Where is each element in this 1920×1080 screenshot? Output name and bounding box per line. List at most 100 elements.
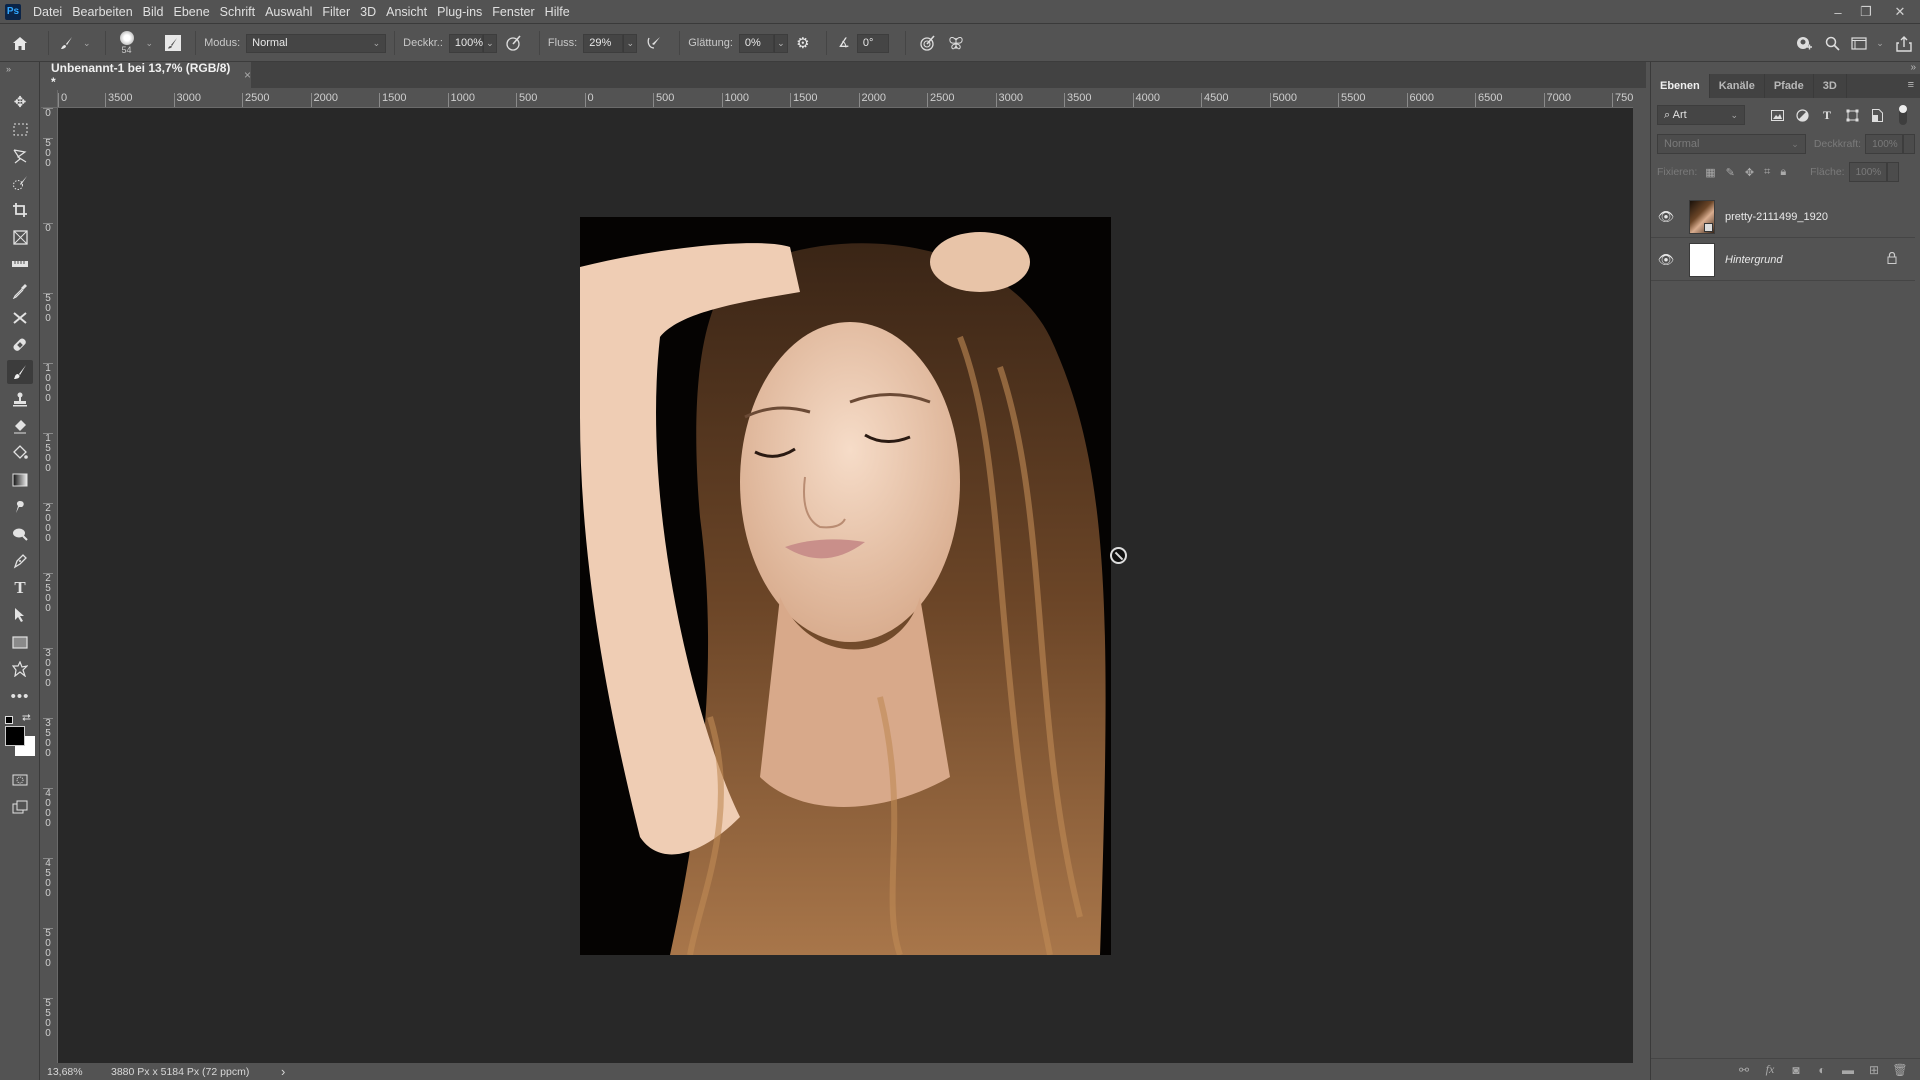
- canvas-area[interactable]: [58, 108, 1633, 1063]
- lock-transparent-pixels-icon[interactable]: ▦: [1705, 166, 1715, 179]
- new-group-folder-icon[interactable]: ▬: [1835, 1063, 1861, 1077]
- frame-tool-icon[interactable]: [7, 225, 33, 249]
- menu-filter[interactable]: Filter: [317, 0, 355, 24]
- share-user-icon[interactable]: [1790, 36, 1818, 52]
- custom-shape-tool-icon[interactable]: [7, 657, 33, 681]
- add-mask-icon[interactable]: ◙: [1783, 1063, 1809, 1077]
- menu-ebene[interactable]: Ebene: [169, 0, 215, 24]
- filter-pixel-layers-icon[interactable]: [1769, 107, 1785, 123]
- menu-ansicht[interactable]: Ansicht: [381, 0, 432, 24]
- flow-dropdown[interactable]: ⌄: [623, 33, 638, 53]
- opacity-dropdown[interactable]: ⌄: [482, 33, 497, 53]
- menu-bearbeiten[interactable]: Bearbeiten: [67, 0, 137, 24]
- lock-artboard-icon[interactable]: ⌗: [1764, 166, 1770, 179]
- vertical-scrollbar[interactable]: [1633, 108, 1646, 1063]
- visibility-eye-icon[interactable]: 👁︎: [1651, 209, 1681, 225]
- brush-tool-icon[interactable]: [7, 360, 33, 384]
- lasso-tool-icon[interactable]: [7, 144, 33, 168]
- tab-pfade[interactable]: Pfade: [1765, 74, 1814, 98]
- eraser-tool-icon[interactable]: [7, 414, 33, 438]
- minimize-button[interactable]: –: [1824, 0, 1852, 24]
- fill-dropdown[interactable]: [1886, 162, 1899, 182]
- panel-menu-icon[interactable]: ≡: [1908, 79, 1914, 91]
- foreground-color-swatch[interactable]: [5, 726, 25, 746]
- path-selection-tool-icon[interactable]: [7, 603, 33, 627]
- chevron-down-icon[interactable]: ⌄: [1872, 38, 1888, 49]
- collapse-panel-icon[interactable]: »: [1910, 62, 1916, 73]
- visibility-eye-icon[interactable]: 👁︎: [1651, 252, 1681, 268]
- lock-all-icon[interactable]: 🔒︎: [1780, 166, 1786, 179]
- filter-smart-objects-icon[interactable]: [1869, 107, 1885, 123]
- tab-3d[interactable]: 3D: [1814, 74, 1847, 98]
- marquee-tool-icon[interactable]: [7, 117, 33, 141]
- brush-preset-icon[interactable]: [57, 36, 77, 50]
- status-menu-arrow[interactable]: ›: [281, 1064, 285, 1079]
- opacity-dropdown[interactable]: [1903, 134, 1915, 154]
- swap-colors-icon[interactable]: ⮂: [22, 712, 31, 725]
- layer-row[interactable]: 👁︎ pretty-2111499_1920: [1651, 196, 1915, 238]
- quick-selection-tool-icon[interactable]: [7, 171, 33, 195]
- menu-bild[interactable]: Bild: [138, 0, 169, 24]
- new-layer-icon[interactable]: ⊞: [1861, 1063, 1887, 1077]
- layer-filter-kind-select[interactable]: ⌕ Art ⌄: [1657, 105, 1745, 125]
- link-layers-icon[interactable]: ⚯: [1731, 1063, 1757, 1077]
- chevron-down-icon[interactable]: ⌄: [146, 38, 154, 49]
- pressure-size-icon[interactable]: [914, 35, 942, 51]
- vertical-ruler[interactable]: 0 500 0 500 1000 1500 2000 2500 3000 3500 4000 4500…: [41, 108, 58, 1063]
- opacity-input[interactable]: 100%: [448, 33, 483, 53]
- quick-mask-icon[interactable]: [7, 768, 33, 792]
- lock-image-pixels-icon[interactable]: ✎: [1726, 166, 1735, 179]
- screen-mode-icon[interactable]: [7, 795, 33, 819]
- brush-size-picker[interactable]: 54: [114, 31, 140, 55]
- paint-bucket-tool-icon[interactable]: [7, 441, 33, 465]
- flow-input[interactable]: 29%: [583, 33, 624, 53]
- smudge-tool-icon[interactable]: [7, 495, 33, 519]
- rectangle-tool-icon[interactable]: [7, 630, 33, 654]
- angle-input[interactable]: 0°: [856, 33, 889, 53]
- document-image[interactable]: [580, 217, 1111, 955]
- share-export-icon[interactable]: [1888, 35, 1920, 52]
- smoothing-input[interactable]: 0%: [738, 33, 774, 53]
- mode-select[interactable]: Normal ⌄: [246, 33, 387, 53]
- pen-tool-icon[interactable]: [7, 549, 33, 573]
- zoom-level[interactable]: 13,68%: [41, 1066, 101, 1078]
- ruler-origin[interactable]: [41, 90, 58, 108]
- fill-input[interactable]: 100%: [1848, 162, 1887, 182]
- ruler-tool-icon[interactable]: [7, 252, 33, 276]
- close-window-button[interactable]: ✕: [1880, 0, 1920, 24]
- horizontal-ruler[interactable]: 0 3500 3000 2500 2000 1500 1000 500 0 500 1000 1500…: [58, 90, 1633, 108]
- menu-auswahl[interactable]: Auswahl: [260, 0, 317, 24]
- tab-kanaele[interactable]: Kanäle: [1710, 74, 1765, 98]
- gradient-tool-icon[interactable]: [7, 468, 33, 492]
- eyedropper-tool-icon[interactable]: [7, 279, 33, 303]
- filter-toggle-switch[interactable]: [1899, 105, 1907, 125]
- tab-ebenen[interactable]: Ebenen: [1651, 74, 1710, 98]
- content-aware-move-tool-icon[interactable]: [7, 306, 33, 330]
- dodge-tool-icon[interactable]: [7, 522, 33, 546]
- layer-name[interactable]: Hintergrund: [1725, 254, 1782, 266]
- menu-datei[interactable]: Datei: [28, 0, 67, 24]
- healing-brush-tool-icon[interactable]: [7, 333, 33, 357]
- smoothing-settings-gear-icon[interactable]: ⚙: [788, 34, 818, 52]
- workspace-icon[interactable]: [1846, 37, 1872, 50]
- menu-schrift[interactable]: Schrift: [215, 0, 260, 24]
- delete-layer-trash-icon[interactable]: 🗑︎: [1887, 1063, 1913, 1077]
- home-icon[interactable]: [0, 36, 40, 51]
- blend-mode-select[interactable]: Normal ⌄: [1657, 134, 1806, 154]
- type-tool-icon[interactable]: T: [7, 576, 33, 600]
- clone-stamp-tool-icon[interactable]: [7, 387, 33, 411]
- layer-row[interactable]: 👁︎ Hintergrund: [1651, 239, 1915, 281]
- menu-fenster[interactable]: Fenster: [487, 0, 539, 24]
- chevron-down-icon[interactable]: ⌄: [83, 38, 91, 49]
- menu-plugins[interactable]: Plug-ins: [432, 0, 487, 24]
- lock-icon[interactable]: [1887, 251, 1897, 267]
- airbrush-icon[interactable]: [637, 35, 671, 51]
- more-tools-icon[interactable]: •••: [7, 684, 33, 708]
- brush-settings-panel-icon[interactable]: [165, 35, 182, 51]
- new-adjustment-layer-icon[interactable]: ◐: [1809, 1063, 1835, 1077]
- filter-shape-layers-icon[interactable]: [1844, 107, 1860, 123]
- layer-style-fx-icon[interactable]: fx: [1757, 1062, 1783, 1077]
- pressure-opacity-icon[interactable]: [497, 35, 531, 51]
- smoothing-dropdown[interactable]: ⌄: [773, 33, 788, 53]
- layer-opacity-input[interactable]: 100%: [1865, 134, 1904, 154]
